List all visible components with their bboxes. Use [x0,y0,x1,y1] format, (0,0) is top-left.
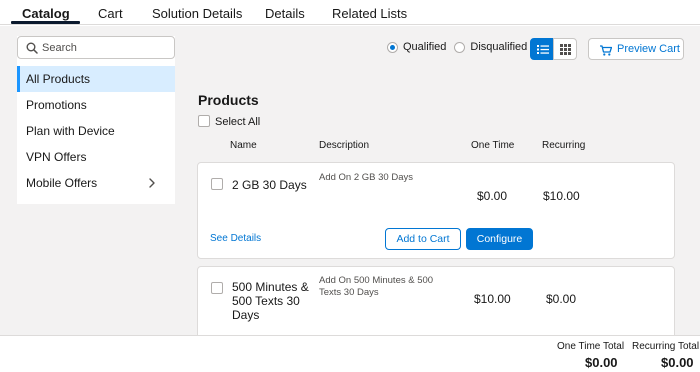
tab-bar: Catalog Cart Solution Details Details Re… [0,0,700,25]
category-sidebar: All Products Promotions Plan with Device… [17,36,175,204]
sidebar-item-label: Plan with Device [26,124,115,138]
tab-cart[interactable]: Cart [98,6,123,21]
sidebar-item-vpn-offers[interactable]: VPN Offers [17,144,175,170]
qualification-filter: Qualified Disqualified [387,41,535,55]
grid-view-button[interactable] [553,38,577,60]
select-all-label: Select All [215,116,261,128]
product-one-time-price: $10.00 [474,292,511,306]
tab-catalog[interactable]: Catalog [22,6,70,21]
product-name: 500 Minutes & 500 Texts 30 Days [232,280,309,322]
column-header-name: Name [230,140,257,151]
category-list: All Products Promotions Plan with Device… [17,66,175,196]
see-details-link[interactable]: See Details [210,233,261,244]
active-tab-indicator [11,21,80,24]
product-description: Add On 500 Minutes & 500 Texts 30 Days [319,275,434,298]
sidebar-item-mobile-offers[interactable]: Mobile Offers [17,170,175,196]
tab-solution-details[interactable]: Solution Details [152,6,242,21]
category-search [17,36,175,59]
recurring-total-value: $0.00 [661,355,694,370]
sidebar-item-label: All Products [26,72,91,86]
column-header-description: Description [319,140,370,151]
qualified-label: Qualified [403,41,447,54]
select-all-checkbox[interactable] [198,115,210,127]
product-one-time-price: $0.00 [477,189,508,203]
product-select-checkbox[interactable] [211,282,223,294]
list-icon [537,45,549,54]
disqualified-label: Disqualified [470,41,528,54]
product-card: 500 Minutes & 500 Texts 30 Days Add On 5… [197,266,675,346]
add-to-cart-button[interactable]: Add to Cart [385,228,461,250]
tab-related-lists[interactable]: Related Lists [332,6,407,21]
product-card: 2 GB 30 Days Add On 2 GB 30 Days $0.00 $… [197,162,675,259]
disqualified-radio[interactable] [454,41,466,53]
sidebar-item-plan-with-device[interactable]: Plan with Device [17,118,175,144]
column-header-recurring: Recurring [542,140,586,151]
chevron-right-icon[interactable] [147,178,157,188]
product-select-checkbox[interactable] [211,178,223,190]
cart-icon [600,45,612,56]
preview-cart-label: Preview Cart [617,43,680,55]
product-recurring-price: $10.00 [543,189,580,203]
catalog-main-area: All Products Promotions Plan with Device… [0,26,700,346]
recurring-total-label: Recurring Total [632,341,700,352]
preview-cart-button[interactable]: Preview Cart [588,38,684,60]
sidebar-item-promotions[interactable]: Promotions [17,92,175,118]
one-time-total-value: $0.00 [585,355,618,370]
one-time-total-label: One Time Total [557,341,625,352]
cart-totals-footer: One Time Total $0.00 Recurring Total $0.… [0,335,700,372]
column-header-one-time: One Time [471,140,515,151]
search-icon [26,42,38,54]
product-recurring-price: $0.00 [546,292,577,306]
sidebar-item-label: Mobile Offers [26,176,98,190]
search-input[interactable] [42,39,170,56]
product-description: Add On 2 GB 30 Days [319,172,413,183]
product-name: 2 GB 30 Days [232,178,307,192]
list-view-button[interactable] [530,38,554,60]
configure-button[interactable]: Configure [466,228,533,250]
sidebar-item-label: VPN Offers [26,150,87,164]
qualified-radio[interactable] [387,41,398,53]
products-heading: Products [198,92,259,108]
grid-icon [560,44,571,55]
tab-details[interactable]: Details [265,6,305,21]
sidebar-item-label: Promotions [26,98,87,112]
sidebar-item-all-products[interactable]: All Products [17,66,175,92]
